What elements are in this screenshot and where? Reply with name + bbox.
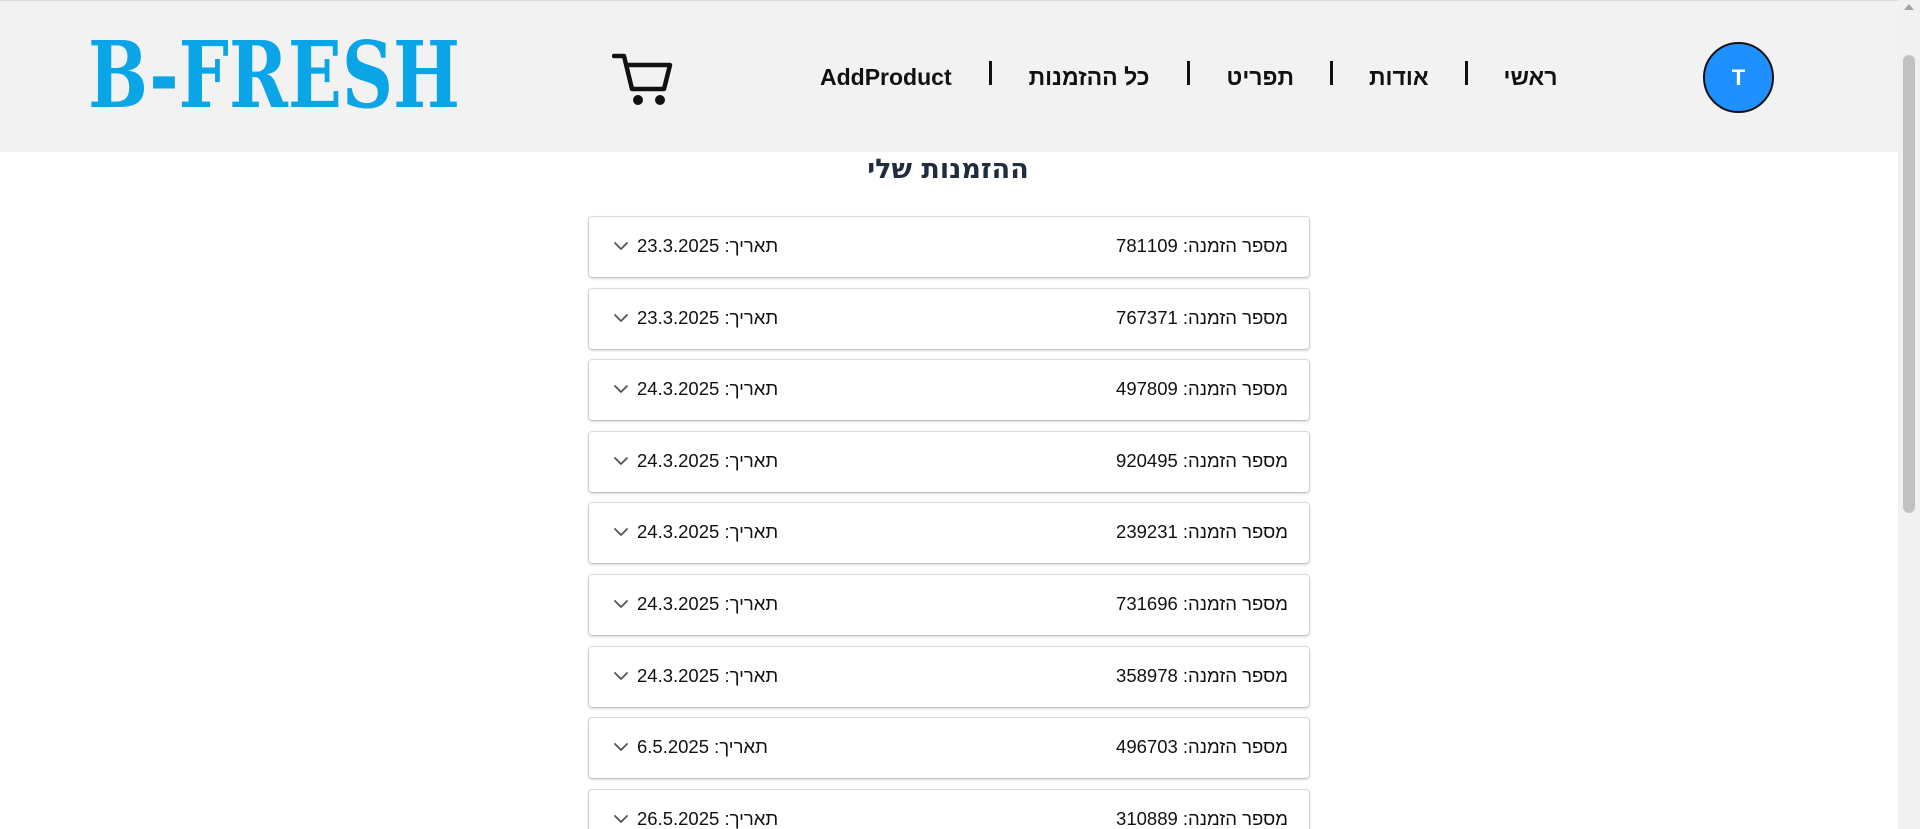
chevron-down-icon[interactable]	[613, 453, 629, 469]
nav-home[interactable]: ראשי	[1504, 57, 1558, 97]
order-date: תאריך: 24.3.2025	[637, 503, 778, 561]
order-number-label: מספר הזמנה:	[1182, 521, 1288, 543]
order-date: תאריך: 24.3.2025	[637, 647, 778, 705]
order-date: תאריך: 26.5.2025	[637, 790, 778, 829]
order-number-value: 358978	[1116, 664, 1178, 686]
order-number-label: מספר הזמנה:	[1182, 592, 1288, 614]
order-number: מספר הזמנה: 920495	[1116, 432, 1288, 490]
order-row[interactable]: מספר הזמנה: 767371 תאריך: 23.3.2025	[589, 288, 1309, 349]
nav-menu[interactable]: תפריט	[1227, 57, 1295, 97]
order-date: תאריך: 24.3.2025	[637, 360, 778, 418]
user-avatar[interactable]: T	[1703, 42, 1774, 113]
nav-all-orders[interactable]: כל ההזמנות	[1029, 57, 1150, 97]
order-number-label: מספר הזמנה:	[1182, 449, 1288, 471]
brand-logo[interactable]: B-FRESH	[88, 37, 460, 111]
order-number-value: 731696	[1116, 592, 1178, 614]
order-date-label: תאריך:	[724, 807, 779, 829]
order-number-value: 497809	[1116, 378, 1178, 400]
order-date-label: תאריך:	[724, 664, 779, 686]
order-row[interactable]: מספר הזמנה: 310889 תאריך: 26.5.2025	[589, 789, 1309, 829]
order-date-label: תאריך:	[724, 306, 779, 328]
order-row[interactable]: מספר הזמנה: 731696 תאריך: 24.3.2025	[589, 574, 1309, 635]
order-number-label: מספר הזמנה:	[1182, 664, 1288, 686]
chevron-down-icon[interactable]	[613, 381, 629, 397]
header: B-FRESH AddProduct כל ההזמנות תפריט אודו…	[0, 0, 1898, 152]
order-row[interactable]: מספר הזמנה: 781109 תאריך: 23.3.2025	[589, 217, 1309, 277]
chevron-down-icon[interactable]	[613, 238, 629, 254]
order-date-value: 26.5.2025	[637, 807, 720, 829]
chevron-down-icon[interactable]	[613, 524, 629, 540]
chevron-down-icon[interactable]	[613, 310, 629, 326]
shopping-cart-icon[interactable]	[612, 51, 674, 107]
order-date-value: 24.3.2025	[637, 664, 720, 686]
order-number-value: 920495	[1116, 449, 1178, 471]
nav-add-product[interactable]: AddProduct	[820, 57, 952, 97]
order-date-label: תאריך:	[724, 592, 779, 614]
order-number: מספר הזמנה: 731696	[1116, 575, 1288, 633]
order-number-value: 767371	[1116, 306, 1178, 328]
nav-about[interactable]: אודות	[1369, 57, 1428, 97]
order-number-label: מספר הזמנה:	[1182, 306, 1288, 328]
chevron-down-icon[interactable]	[613, 596, 629, 612]
order-row[interactable]: מספר הזמנה: 239231 תאריך: 24.3.2025	[589, 503, 1309, 564]
order-number: מספר הזמנה: 781109	[1116, 217, 1288, 275]
order-number-value: 239231	[1116, 521, 1178, 543]
avatar-initial: T	[1731, 64, 1746, 90]
order-row[interactable]: מספר הזמנה: 496703 תאריך: 6.5.2025	[589, 718, 1309, 779]
order-date-value: 24.3.2025	[637, 592, 720, 614]
order-date: תאריך: 23.3.2025	[637, 217, 778, 275]
nav-divider	[1330, 61, 1334, 85]
page-scrollbar[interactable]	[1898, 0, 1920, 829]
order-number-value: 496703	[1116, 736, 1178, 758]
order-date-value: 24.3.2025	[637, 378, 720, 400]
brand-logo-text: B-FRESH	[88, 37, 460, 111]
order-date: תאריך: 6.5.2025	[637, 718, 768, 776]
nav-divider	[1464, 61, 1468, 85]
chevron-down-icon[interactable]	[613, 668, 629, 684]
order-number: מספר הזמנה: 497809	[1116, 360, 1288, 418]
chevron-down-icon[interactable]	[613, 811, 629, 827]
order-number: מספר הזמנה: 239231	[1116, 503, 1288, 561]
order-number-label: מספר הזמנה:	[1182, 378, 1288, 400]
chevron-down-icon[interactable]	[613, 739, 629, 755]
order-number-label: מספר הזמנה:	[1182, 736, 1288, 758]
order-date-value: 24.3.2025	[637, 521, 720, 543]
nav-divider	[988, 61, 992, 85]
orders-list: מספר הזמנה: 781109 תאריך: 23.3.2025 מספר ה…	[589, 217, 1309, 829]
order-number-label: מספר הזמנה:	[1182, 807, 1288, 829]
order-number-label: מספר הזמנה:	[1182, 235, 1288, 256]
order-row[interactable]: מספר הזמנה: 358978 תאריך: 24.3.2025	[589, 646, 1309, 707]
order-number: מספר הזמנה: 496703	[1116, 718, 1288, 776]
page: B-FRESH AddProduct כל ההזמנות תפריט אודו…	[0, 0, 1920, 829]
order-date: תאריך: 24.3.2025	[637, 432, 778, 490]
order-date-value: 24.3.2025	[637, 449, 720, 471]
order-date-value: 23.3.2025	[637, 235, 720, 256]
nav-divider	[1186, 61, 1190, 85]
order-number-value: 310889	[1116, 807, 1178, 829]
order-date-label: תאריך:	[714, 736, 768, 758]
order-row[interactable]: מספר הזמנה: 920495 תאריך: 24.3.2025	[589, 431, 1309, 492]
page-title: ההזמנות שלי	[867, 154, 1029, 185]
order-date-label: תאריך:	[724, 449, 779, 471]
scroll-thumb[interactable]	[1903, 55, 1915, 513]
order-number-value: 781109	[1116, 235, 1178, 256]
order-date-label: תאריך:	[724, 521, 779, 543]
order-date-label: תאריך:	[724, 235, 779, 256]
order-number: מספר הזמנה: 310889	[1116, 790, 1288, 829]
order-date: תאריך: 24.3.2025	[637, 575, 778, 633]
order-number: מספר הזמנה: 358978	[1116, 647, 1288, 705]
scroll-up-arrow-icon[interactable]	[1904, 4, 1914, 10]
order-date-value: 23.3.2025	[637, 306, 720, 328]
order-date: תאריך: 23.3.2025	[637, 289, 778, 347]
order-row[interactable]: מספר הזמנה: 497809 תאריך: 24.3.2025	[589, 360, 1309, 421]
order-number: מספר הזמנה: 767371	[1116, 289, 1288, 347]
main-nav: AddProduct כל ההזמנות תפריט אודות ראשי	[820, 57, 1557, 97]
order-date-value: 6.5.2025	[637, 736, 710, 758]
order-date-label: תאריך:	[724, 378, 779, 400]
